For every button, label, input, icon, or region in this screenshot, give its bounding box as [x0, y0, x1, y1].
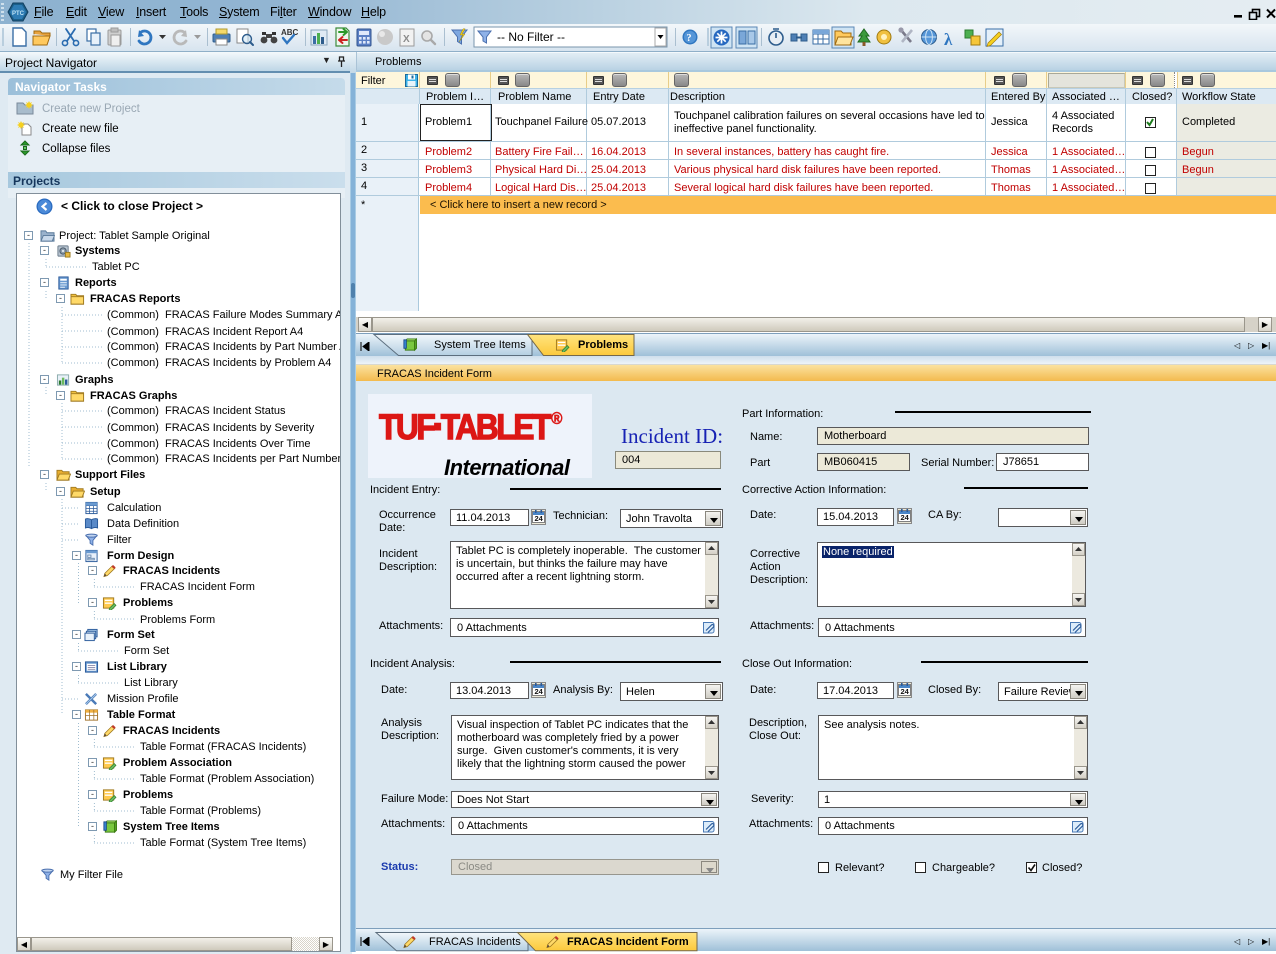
svg-text:24: 24	[535, 514, 544, 523]
svg-text:λ: λ	[944, 30, 953, 49]
svg-text:?: ?	[687, 33, 692, 44]
svg-text:PTC: PTC	[12, 11, 25, 17]
svg-text:24: 24	[535, 687, 544, 696]
svg-text:ABC: ABC	[281, 28, 299, 37]
svg-text:-- No Filter --: -- No Filter --	[497, 30, 565, 44]
svg-text:X: X	[403, 34, 410, 45]
svg-text:24: 24	[901, 687, 910, 696]
svg-text:24: 24	[901, 513, 910, 522]
